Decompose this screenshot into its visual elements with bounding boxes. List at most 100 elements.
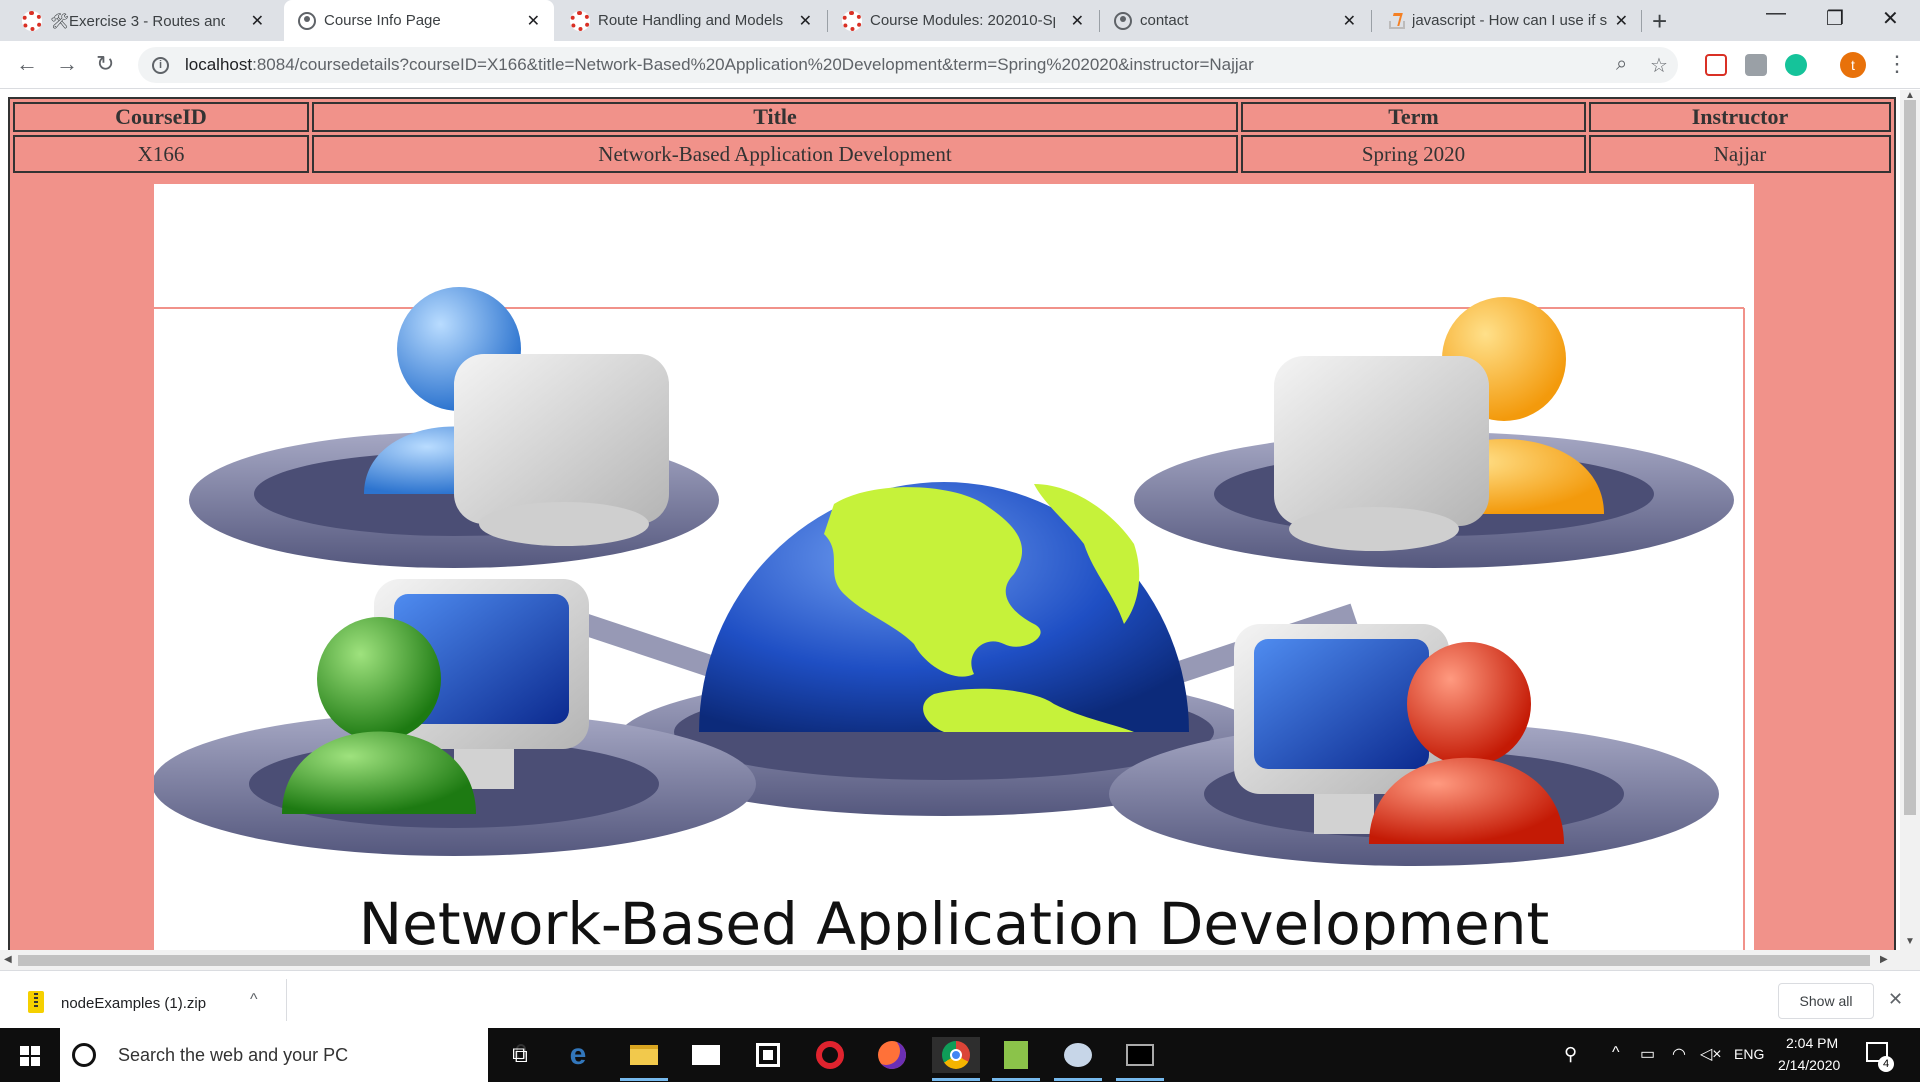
opera-icon[interactable] [812, 1037, 848, 1073]
active-app-indicator [1116, 1078, 1164, 1081]
browser-toolbar: ← → ↻ i localhost:8084/coursedetails?cou… [0, 41, 1920, 89]
download-shelf: nodeExamples (1).zip ^ Show all ✕ [0, 970, 1920, 1028]
tab-course-info[interactable]: Course Info Page ✕ [284, 0, 554, 41]
wifi-icon[interactable]: ◠ [1672, 1044, 1686, 1064]
chevron-up-icon[interactable]: ^ [250, 991, 258, 1009]
info-icon[interactable]: i [152, 56, 169, 74]
firefox-icon[interactable] [874, 1037, 910, 1073]
reload-icon[interactable]: ↻ [96, 51, 114, 77]
restore-icon[interactable]: ❐ [1826, 6, 1844, 31]
mail-icon[interactable] [688, 1037, 724, 1073]
table-header-row: CourseID Title Term Instructor [13, 102, 1891, 132]
windows-start-icon[interactable] [20, 1046, 40, 1066]
network-illustration: Network-Based Application Development [152, 287, 1745, 950]
active-app-indicator [620, 1078, 668, 1081]
tab-exercise-3[interactable]: 🛠Exercise 3 - Routes and Dy ✕ [8, 0, 278, 41]
horizontal-scrollbar[interactable]: ◀ ▶ [0, 950, 1920, 970]
chrome-icon[interactable] [932, 1037, 980, 1073]
close-icon[interactable]: ✕ [1343, 11, 1356, 31]
tab-contact[interactable]: contact ✕ [1100, 0, 1370, 41]
header-term: Term [1241, 102, 1586, 132]
gear-icon [22, 10, 42, 31]
scroll-down-arrow-icon[interactable]: ▼ [1905, 936, 1915, 947]
browser-tab-strip: 🛠Exercise 3 - Routes and Dy ✕ Course Inf… [0, 0, 1920, 41]
tab-title: javascript - How can I use if s [1412, 12, 1607, 29]
cell-term: Spring 2020 [1241, 135, 1586, 173]
close-icon[interactable]: ✕ [1615, 11, 1628, 31]
header-instructor: Instructor [1589, 102, 1891, 132]
grammarly-extension-icon[interactable] [1785, 54, 1807, 76]
close-icon[interactable]: ✕ [1888, 989, 1903, 1010]
image-caption: Network-Based Application Development [359, 890, 1549, 950]
windows-taskbar: Search the web and your PC ⧉ e ⚲ ^ ▭ ◠ ◁… [0, 1028, 1920, 1082]
header-title: Title [312, 102, 1238, 132]
taskbar-search[interactable]: Search the web and your PC [60, 1028, 526, 1082]
task-view-icon[interactable]: ⧉ [502, 1037, 538, 1073]
tab-stackoverflow[interactable]: javascript - How can I use if s ✕ [1372, 0, 1642, 41]
vertical-scrollbar[interactable]: ▲ ▼ [1900, 90, 1920, 950]
scroll-right-arrow-icon[interactable]: ▶ [1880, 954, 1888, 965]
tab-title: 🛠Exercise 3 - Routes and Dy [50, 12, 225, 30]
globe-icon [298, 11, 316, 30]
forward-arrow-icon[interactable]: → [56, 51, 78, 77]
active-app-indicator [1054, 1078, 1102, 1081]
tab-route-handling[interactable]: Route Handling and Models ✕ [556, 0, 826, 41]
active-app-indicator [992, 1078, 1040, 1081]
course-image: Network-Based Application Development [152, 184, 1754, 950]
monitor-back [1274, 356, 1489, 526]
terminal-icon[interactable] [1122, 1037, 1158, 1073]
user-green [317, 617, 441, 741]
close-icon[interactable]: ✕ [1071, 11, 1084, 31]
language-indicator[interactable]: ENG [1734, 1046, 1764, 1062]
volume-muted-icon[interactable]: ◁× [1700, 1044, 1722, 1064]
back-arrow-icon[interactable]: ← [16, 51, 38, 77]
header-course-id: CourseID [13, 102, 309, 132]
monitor-back [454, 354, 669, 524]
tab-title: Course Info Page [324, 12, 441, 29]
chevron-up-icon[interactable]: ^ [1612, 1044, 1620, 1062]
gear-icon [570, 10, 590, 31]
shelf-divider [286, 979, 287, 1021]
user-red [1407, 642, 1531, 766]
horizontal-scroll-thumb[interactable] [18, 955, 1870, 966]
table-row: X166 Network-Based Application Developme… [13, 135, 1891, 173]
close-icon[interactable]: ✕ [251, 11, 264, 31]
tab-title: Route Handling and Models [598, 12, 783, 29]
clock-date[interactable]: 2/14/2020 [1778, 1057, 1840, 1073]
edge-icon[interactable]: e [560, 1037, 596, 1073]
tab-title: Course Modules: 202010-Spr [870, 12, 1055, 29]
extension-icon[interactable] [1745, 54, 1767, 76]
close-icon[interactable]: ✕ [799, 11, 812, 31]
cell-instructor: Najjar [1589, 135, 1891, 173]
notepad-icon[interactable] [998, 1037, 1034, 1073]
clock-time[interactable]: 2:04 PM [1786, 1035, 1838, 1051]
minimize-icon[interactable]: — [1766, 2, 1786, 25]
cortana-icon [72, 1043, 96, 1067]
new-tab-button[interactable]: + [1652, 6, 1667, 37]
address-bar[interactable]: i localhost:8084/coursedetails?courseID=… [138, 47, 1678, 83]
profile-avatar[interactable]: t [1840, 52, 1866, 78]
page-viewport: CourseID Title Term Instructor X166 Netw… [0, 90, 1900, 950]
pocket-extension-icon[interactable] [1705, 54, 1727, 76]
paint-icon[interactable] [1060, 1037, 1096, 1073]
file-explorer-icon[interactable] [626, 1037, 662, 1073]
menu-kebab-icon[interactable]: ⋮ [1886, 51, 1908, 77]
close-icon[interactable]: ✕ [527, 11, 540, 31]
battery-icon[interactable]: ▭ [1640, 1044, 1655, 1064]
show-all-button[interactable]: Show all [1778, 983, 1874, 1019]
close-window-icon[interactable]: ✕ [1882, 6, 1899, 31]
people-icon[interactable]: ⚲ [1564, 1044, 1577, 1065]
tab-course-modules[interactable]: Course Modules: 202010-Spr ✕ [828, 0, 1098, 41]
scroll-left-arrow-icon[interactable]: ◀ [4, 954, 12, 965]
store-icon[interactable] [750, 1037, 786, 1073]
url-host: localhost [185, 55, 253, 74]
tab-divider [1641, 10, 1642, 32]
notification-badge: 4 [1878, 1056, 1894, 1072]
table-image-row: Network-Based Application Development [8, 176, 1896, 950]
bookmark-star-icon[interactable]: ☆ [1650, 53, 1668, 78]
download-item[interactable]: nodeExamples (1).zip [61, 995, 206, 1012]
zip-file-icon [28, 991, 44, 1013]
zoom-icon[interactable]: ⌕ [1616, 53, 1627, 76]
tab-title: contact [1140, 12, 1189, 29]
vertical-scroll-thumb[interactable] [1904, 100, 1916, 815]
